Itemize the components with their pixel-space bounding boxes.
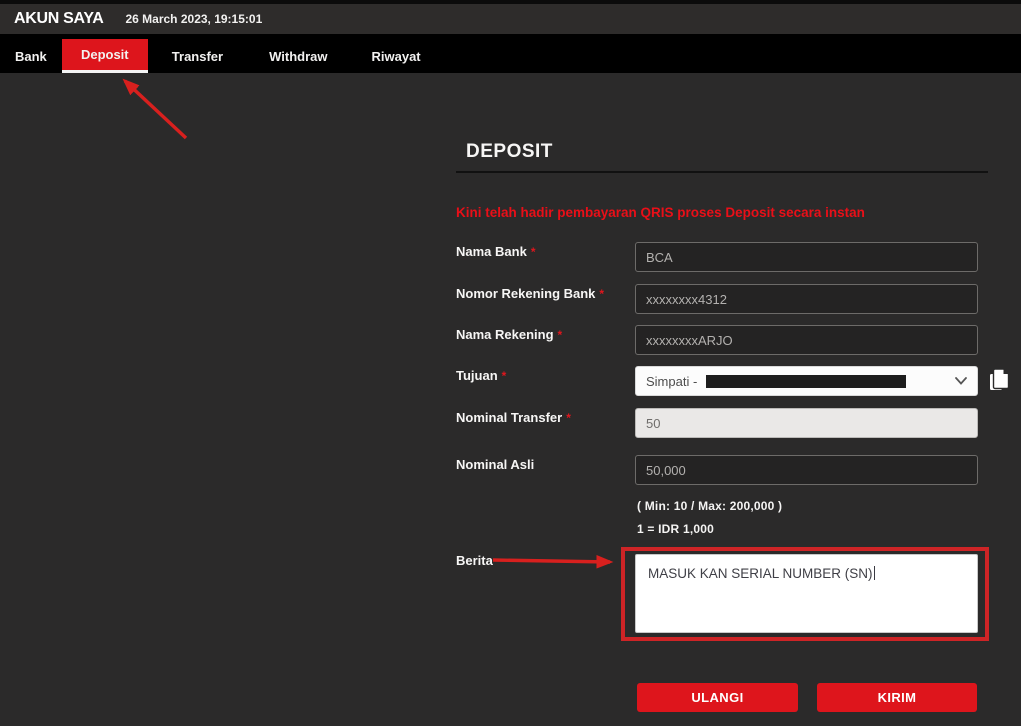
text-caret [874, 566, 875, 580]
required-asterisk: * [566, 411, 571, 425]
tab-withdraw[interactable]: Withdraw [247, 39, 349, 73]
datetime-label: 26 March 2023, 19:15:01 [125, 12, 262, 26]
tab-deposit-label: Deposit [81, 47, 129, 62]
tab-riwayat-label: Riwayat [372, 49, 421, 64]
required-asterisk: * [558, 328, 563, 342]
account-header: AKUN SAYA 26 March 2023, 19:15:01 [0, 4, 1021, 34]
form-heading: DEPOSIT [466, 141, 553, 163]
required-asterisk: * [502, 369, 507, 383]
deposit-page: AKUN SAYA 26 March 2023, 19:15:01 Bank D… [0, 0, 1021, 726]
nominal-asli-input[interactable] [635, 455, 978, 485]
tab-transfer-label: Transfer [172, 49, 223, 64]
rate-note: 1 = IDR 1,000 [637, 522, 714, 536]
nominal-transfer-input[interactable] [635, 408, 978, 438]
nama-bank-input[interactable] [635, 242, 978, 272]
required-asterisk: * [531, 245, 536, 259]
nama-bank-label: Nama Bank* [456, 244, 535, 259]
tab-bank[interactable]: Bank [0, 39, 62, 73]
page-title: AKUN SAYA [14, 10, 103, 28]
berita-label: Berita [456, 553, 493, 568]
arrow-to-deposit-tab-icon [108, 72, 198, 144]
nama-rekening-label: Nama Rekening* [456, 327, 562, 342]
berita-textarea[interactable]: MASUK KAN SERIAL NUMBER (SN) [635, 554, 978, 633]
tujuan-selected-value: Simpati - [646, 374, 701, 389]
qris-notice: Kini telah hadir pembayaran QRIS proses … [456, 205, 976, 220]
nama-rekening-input[interactable] [635, 325, 978, 355]
copy-icon[interactable] [987, 367, 1011, 393]
tab-bank-label: Bank [15, 49, 47, 64]
required-asterisk: * [599, 287, 604, 301]
kirim-button[interactable]: KIRIM [817, 683, 977, 712]
ulangi-button[interactable]: ULANGI [637, 683, 798, 712]
nomor-rekening-bank-input[interactable] [635, 284, 978, 314]
main-nav: Bank Deposit Transfer Withdraw Riwayat [0, 34, 1021, 73]
tujuan-label: Tujuan* [456, 368, 506, 383]
tab-transfer[interactable]: Transfer [148, 39, 247, 73]
min-max-note: ( Min: 10 / Max: 200,000 ) [637, 499, 782, 513]
nominal-asli-label: Nominal Asli [456, 457, 534, 472]
berita-value: MASUK KAN SERIAL NUMBER (SN) [648, 566, 873, 581]
nominal-transfer-label: Nominal Transfer* [456, 410, 571, 425]
nomor-rekening-bank-label: Nomor Rekening Bank* [456, 286, 604, 301]
tab-withdraw-label: Withdraw [269, 49, 327, 64]
heading-divider [456, 171, 988, 173]
redacted-value-bar [706, 375, 906, 388]
chevron-down-icon [955, 377, 967, 385]
tab-deposit[interactable]: Deposit [62, 39, 148, 73]
arrow-to-berita-field-icon [492, 552, 628, 572]
tab-riwayat[interactable]: Riwayat [350, 39, 443, 73]
tujuan-select[interactable]: Simpati - [635, 366, 978, 396]
